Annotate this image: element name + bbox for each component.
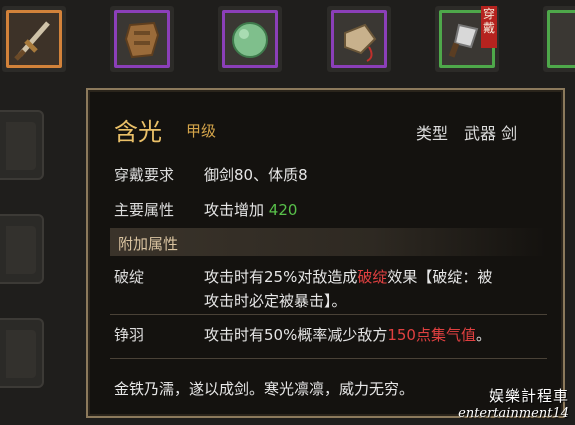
watermark: 娱樂計程車 entertainment14 <box>458 385 569 421</box>
inventory-slot-armor[interactable] <box>110 6 174 72</box>
flavor-divider <box>110 358 547 359</box>
main-attr-desc: 攻击增加 <box>204 201 265 219</box>
pendant-icon <box>344 23 377 62</box>
flavor-text: 金铁乃濡，遂以成剑。寒光凛凛，威力无穷。 <box>114 380 415 398</box>
requirement-value: 御剑80、体质8 <box>204 166 308 184</box>
extra-attr-title: 附加属性 <box>118 235 179 253</box>
effect-1-line2: 攻击时必定被暴击】。 <box>204 292 347 310</box>
watermark-line2: entertainment14 <box>458 406 569 421</box>
item-tooltip: 含光 甲级 类型 武器 剑 穿戴要求 御剑80、体质8 主要属性 攻击增加 42… <box>86 88 565 418</box>
side-slot-1[interactable] <box>0 110 44 180</box>
item-grade: 甲级 <box>186 122 217 140</box>
side-slot-3[interactable] <box>0 318 44 388</box>
main-attr-text: 攻击增加 420 <box>204 199 297 220</box>
main-attr-label: 主要属性 <box>114 201 175 219</box>
item-name: 含光 <box>114 118 162 146</box>
inventory-slot-next[interactable] <box>543 6 575 72</box>
effect-1-text-a: 攻击时有25%对敌造成 <box>204 268 358 286</box>
jade-stone-icon <box>232 22 268 58</box>
effect-1-line1: 攻击时有25%对敌造成破绽效果【破绽：被 <box>204 266 492 287</box>
armor-icon <box>124 21 160 59</box>
effect-2-text-a: 攻击时有50%概率减少敌方 <box>204 326 388 344</box>
sword-icon <box>14 21 50 61</box>
inventory-slot-sword[interactable] <box>2 6 66 72</box>
inventory-slot-cleaver[interactable]: 穿戴 <box>435 6 499 72</box>
watermark-line1: 娱樂計程車 <box>488 387 569 405</box>
inventory-slot-jade[interactable] <box>218 6 282 72</box>
effect-2-highlight: 150点集气值 <box>387 326 476 344</box>
effect-2-line1: 攻击时有50%概率减少敌方150点集气值。 <box>204 324 491 345</box>
item-type-label: 类型 <box>416 124 449 143</box>
inventory-slot-pendant[interactable] <box>327 6 391 72</box>
item-type-value: 武器 剑 <box>464 124 518 143</box>
effect-1-highlight: 破绽 <box>357 268 388 286</box>
requirement-label: 穿戴要求 <box>114 166 175 184</box>
extra-attr-header: 附加属性 <box>110 228 547 256</box>
effect-1-text-c: 效果【破绽：被 <box>387 268 493 286</box>
effect-divider <box>110 314 547 315</box>
effect-2-text-c: 。 <box>475 326 491 344</box>
equipped-badge: 穿戴 <box>481 6 497 48</box>
effect-2-name: 铮羽 <box>114 326 145 344</box>
side-slot-2[interactable] <box>0 214 44 284</box>
effect-1-name: 破绽 <box>114 268 145 286</box>
main-attr-value: 420 <box>268 201 298 219</box>
